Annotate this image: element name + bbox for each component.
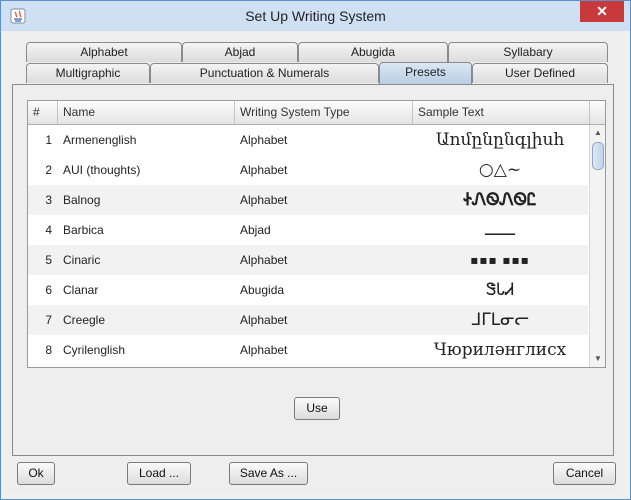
close-button[interactable]: ✕ [580, 1, 624, 22]
row-sample: Աոմընընգլիսհ [435, 130, 565, 150]
table-row[interactable]: 5 Cinaric Alphabet ▪▪▪ ▪▪▪ [28, 245, 588, 275]
row-name: Creegle [63, 313, 106, 327]
column-header-sample[interactable]: Sample Text [413, 101, 590, 124]
row-name: Armenenglish [63, 133, 137, 147]
save-as-button[interactable]: Save As ... [229, 462, 308, 485]
row-name: Cinaric [63, 253, 101, 267]
row-sample: ــــــ [485, 220, 515, 240]
row-number: 1 [45, 133, 52, 147]
table-row[interactable]: 2 AUI (thoughts) Alphabet ○△~ [28, 155, 588, 185]
row-number: 3 [45, 193, 52, 207]
row-name: Clanar [63, 283, 99, 297]
row-type: Alphabet [240, 313, 288, 327]
column-header-type[interactable]: Writing System Type [235, 101, 413, 124]
tab-multigraphic[interactable]: Multigraphic [26, 63, 150, 83]
row-type: Alphabet [240, 133, 288, 147]
table-header: # Name Writing System Type Sample Text [28, 101, 605, 125]
tab-user-defined[interactable]: User Defined [472, 63, 608, 83]
row-name: Balnog [63, 193, 101, 207]
use-button[interactable]: Use [294, 397, 340, 420]
tab-punctuation-numerals[interactable]: Punctuation & Numerals [150, 63, 379, 83]
tab-abugida[interactable]: Abugida [298, 42, 448, 62]
scroll-thumb[interactable] [592, 142, 604, 170]
dialog-window: Set Up Writing System ✕ Alphabet Abjad A… [0, 0, 631, 500]
scroll-up-arrow-icon[interactable]: ▲ [591, 126, 605, 140]
presets-table: # Name Writing System Type Sample Text 1… [27, 100, 606, 368]
row-sample: Чюриләнглисх [433, 340, 567, 360]
row-sample: ▪▪▪ ▪▪▪ [470, 253, 530, 267]
row-type: Alphabet [240, 193, 288, 207]
row-type: Alphabet [240, 163, 288, 177]
row-type: Alphabet [240, 343, 288, 357]
row-sample: ○△~ [478, 160, 522, 180]
column-header-number[interactable]: # [28, 101, 58, 124]
header-corner [590, 101, 605, 124]
row-name: AUI (thoughts) [63, 163, 141, 177]
row-number: 6 [45, 283, 52, 297]
tab-abjad[interactable]: Abjad [182, 42, 298, 62]
vertical-scrollbar[interactable]: ▲ ▼ [589, 125, 605, 367]
row-number: 8 [45, 343, 52, 357]
table-row[interactable]: 6 Clanar Abugida ᏕᏓᏗ [28, 275, 588, 305]
window-title: Set Up Writing System [245, 8, 386, 24]
table-row[interactable]: 7 Creegle Alphabet ᒧᒥᒪᓂᓕ [28, 305, 588, 335]
table-row[interactable]: 8 Cyrilenglish Alphabet Чюриләнглисх [28, 335, 588, 365]
tab-presets[interactable]: Presets [379, 62, 472, 84]
row-sample: ᏕᏓᏗ [485, 280, 515, 300]
row-sample: ᒧᒥᒪᓂᓕ [470, 310, 530, 330]
row-type: Abjad [240, 223, 271, 237]
row-number: 7 [45, 313, 52, 327]
cancel-button[interactable]: Cancel [553, 462, 616, 485]
table-row[interactable]: 3 Balnog Alphabet ᏐᏁᏫᏁᏫᏝ [28, 185, 588, 215]
row-number: 4 [45, 223, 52, 237]
row-name: Barbica [63, 223, 104, 237]
tab-syllabary[interactable]: Syllabary [448, 42, 608, 62]
row-name: Cyrilenglish [63, 343, 126, 357]
row-number: 2 [45, 163, 52, 177]
title-bar[interactable]: Set Up Writing System ✕ [1, 1, 630, 31]
row-type: Alphabet [240, 253, 288, 267]
ok-button[interactable]: Ok [17, 462, 55, 485]
scroll-down-arrow-icon[interactable]: ▼ [591, 352, 605, 366]
row-type: Abugida [240, 283, 285, 297]
row-number: 5 [45, 253, 52, 267]
row-sample: ᏐᏁᏫᏁᏫᏝ [463, 190, 537, 210]
load-button[interactable]: Load ... [127, 462, 191, 485]
column-header-name[interactable]: Name [58, 101, 235, 124]
table-row[interactable]: 1 Armenenglish Alphabet Աոմընընգլիսհ [28, 125, 588, 155]
tab-alphabet[interactable]: Alphabet [26, 42, 182, 62]
table-row[interactable]: 4 Barbica Abjad ــــــ [28, 215, 588, 245]
